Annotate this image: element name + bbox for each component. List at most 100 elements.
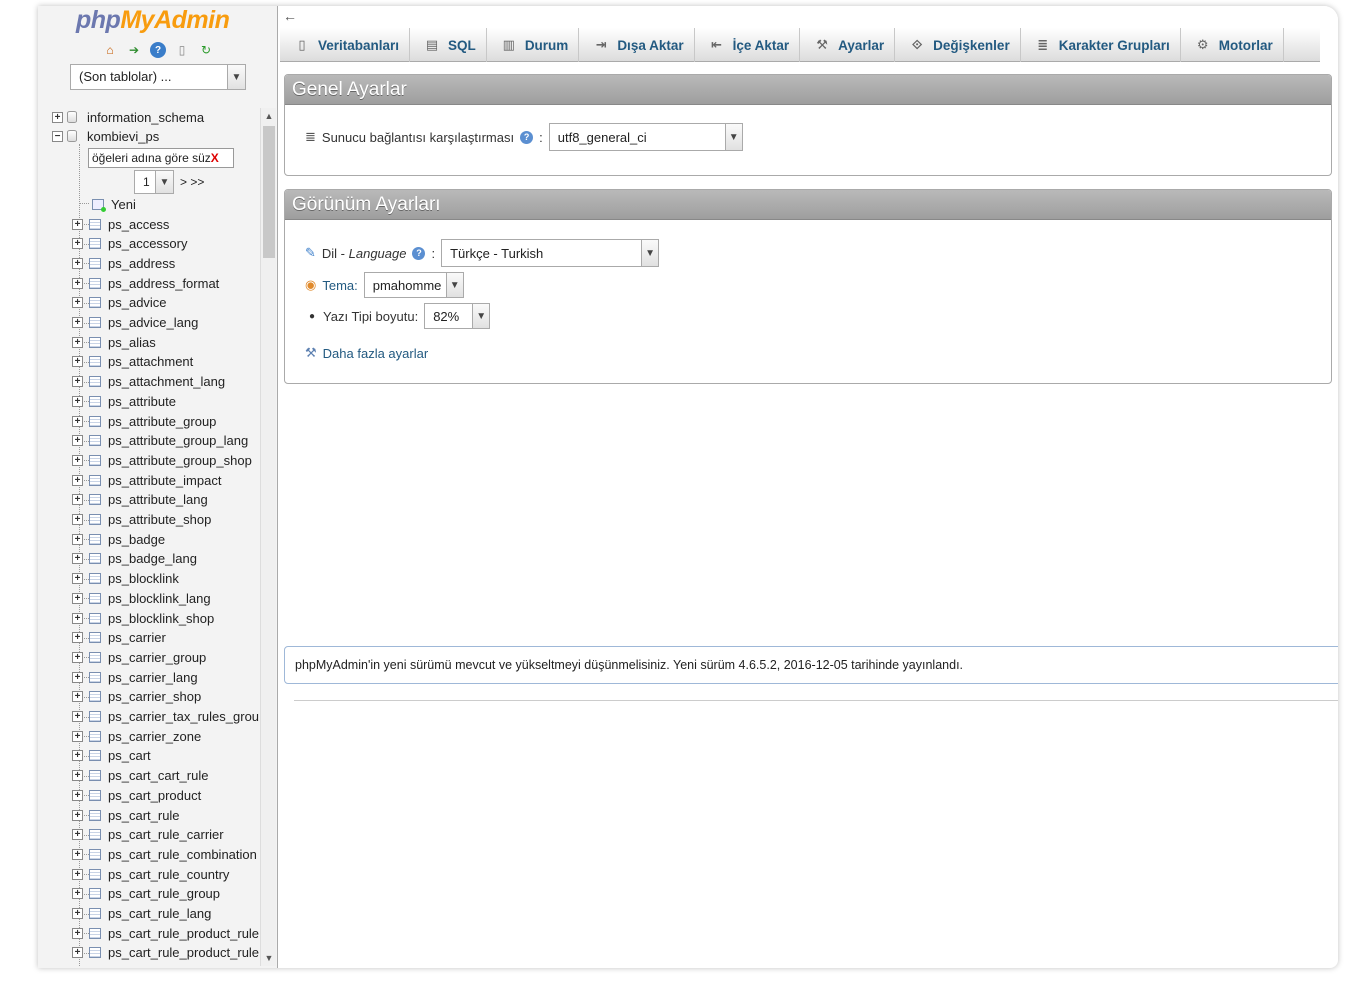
- expand-icon[interactable]: +: [72, 750, 83, 762]
- expand-icon[interactable]: +: [72, 829, 83, 841]
- table-item[interactable]: + ps_carrier_lang: [72, 668, 198, 686]
- table-name[interactable]: ps_attribute_lang: [108, 492, 208, 507]
- table-name[interactable]: ps_advice_lang: [108, 315, 198, 330]
- table-filter-input[interactable]: öğeleri adına göre süzX: [88, 148, 234, 168]
- table-name[interactable]: ps_carrier_tax_rules_grou: [108, 709, 259, 724]
- expand-icon[interactable]: +: [72, 573, 83, 585]
- table-item[interactable]: + ps_alias: [72, 333, 156, 351]
- tab-export[interactable]: ⇥ Dışa Aktar: [579, 28, 695, 62]
- expand-icon[interactable]: +: [72, 848, 83, 860]
- expand-icon[interactable]: +: [72, 927, 83, 939]
- table-item[interactable]: + ps_cart_rule_product_rule: [72, 924, 259, 942]
- tab-charset[interactable]: ≣ Karakter Grupları: [1021, 28, 1181, 62]
- table-item[interactable]: + ps_carrier_tax_rules_grou: [72, 708, 259, 726]
- table-item[interactable]: + ps_badge_lang: [72, 550, 197, 568]
- db-kombievi-ps[interactable]: − kombievi_ps: [52, 127, 159, 145]
- table-name[interactable]: ps_carrier_group: [108, 650, 206, 665]
- expand-icon[interactable]: +: [72, 592, 83, 604]
- table-name[interactable]: ps_access: [108, 217, 169, 232]
- table-item[interactable]: + ps_blocklink: [72, 570, 179, 588]
- expand-icon[interactable]: +: [72, 356, 83, 368]
- table-item[interactable]: + ps_advice_lang: [72, 314, 198, 332]
- new-table-label[interactable]: Yeni: [111, 197, 136, 212]
- expand-icon[interactable]: +: [72, 494, 83, 506]
- table-item[interactable]: + ps_attribute: [72, 392, 176, 410]
- db-name[interactable]: kombievi_ps: [87, 129, 159, 144]
- table-item[interactable]: + ps_badge: [72, 530, 165, 548]
- table-name[interactable]: ps_carrier_zone: [108, 729, 201, 744]
- expand-icon[interactable]: +: [72, 888, 83, 900]
- scroll-down-icon[interactable]: ▼: [261, 950, 277, 966]
- expand-icon[interactable]: +: [72, 257, 83, 269]
- more-settings-link[interactable]: Daha fazla ayarlar: [323, 346, 429, 361]
- table-name[interactable]: ps_cart_rule_lang: [108, 906, 211, 921]
- tab-engine[interactable]: ⚙ Motorlar: [1181, 28, 1284, 62]
- clear-filter-icon[interactable]: X: [211, 151, 219, 165]
- collation-select[interactable]: utf8_general_ci ▼: [548, 123, 743, 151]
- table-name[interactable]: ps_cart_rule_combination: [108, 847, 257, 862]
- tab-sql[interactable]: ▤ SQL: [410, 28, 487, 62]
- expand-icon[interactable]: +: [72, 908, 83, 919]
- table-item[interactable]: + ps_blocklink_lang: [72, 589, 211, 607]
- expand-icon[interactable]: +: [52, 111, 63, 123]
- table-item[interactable]: + ps_access: [72, 215, 169, 233]
- expand-icon[interactable]: +: [72, 868, 83, 880]
- table-name[interactable]: ps_advice: [108, 295, 167, 310]
- table-item[interactable]: + ps_advice: [72, 294, 167, 312]
- table-name[interactable]: ps_blocklink: [108, 571, 179, 586]
- table-item[interactable]: + ps_attribute_lang: [72, 491, 208, 509]
- page-select[interactable]: 1 ▼: [134, 170, 174, 194]
- table-name[interactable]: ps_carrier_lang: [108, 670, 198, 685]
- table-name[interactable]: ps_blocklink_lang: [108, 591, 211, 606]
- table-name[interactable]: ps_attribute_group_lang: [108, 433, 248, 448]
- documentation-icon[interactable]: ▯: [174, 42, 190, 58]
- help-icon[interactable]: ?: [520, 130, 534, 144]
- table-item[interactable]: + ps_cart_rule_product_rule: [72, 944, 259, 962]
- language-select[interactable]: Türkçe - Turkish ▼: [441, 239, 660, 267]
- tab-database[interactable]: ▯ Veritabanları: [280, 28, 411, 62]
- table-name[interactable]: ps_address_format: [108, 276, 219, 291]
- table-item[interactable]: + ps_cart_cart_rule: [72, 767, 208, 785]
- table-name[interactable]: ps_attribute: [108, 394, 176, 409]
- font-size-select[interactable]: 82% ▼: [424, 303, 491, 329]
- expand-icon[interactable]: +: [72, 533, 83, 545]
- table-item[interactable]: + ps_attachment: [72, 353, 193, 371]
- table-item[interactable]: + ps_carrier_shop: [72, 688, 201, 706]
- table-item[interactable]: + ps_cart_product: [72, 786, 201, 804]
- expand-icon[interactable]: +: [72, 238, 83, 250]
- table-item[interactable]: + ps_cart_rule_carrier: [72, 826, 224, 844]
- tab-variables[interactable]: ⟐ Değişkenler: [895, 28, 1021, 62]
- table-item[interactable]: + ps_attribute_shop: [72, 511, 211, 529]
- tab-import[interactable]: ⇤ İçe Aktar: [695, 28, 801, 62]
- table-name[interactable]: ps_alias: [108, 335, 156, 350]
- table-item[interactable]: + ps_cart_rule_country: [72, 865, 229, 883]
- table-item[interactable]: + ps_cart: [72, 747, 151, 765]
- table-name[interactable]: ps_cart_rule: [108, 808, 180, 823]
- expand-icon[interactable]: +: [72, 454, 83, 466]
- help-icon[interactable]: ?: [150, 42, 166, 58]
- expand-icon[interactable]: +: [72, 553, 83, 565]
- table-name[interactable]: ps_carrier: [108, 630, 166, 645]
- db-information-schema[interactable]: + information_schema: [52, 108, 204, 126]
- table-name[interactable]: ps_attribute_impact: [108, 473, 221, 488]
- table-item[interactable]: + ps_cart_rule: [72, 806, 180, 824]
- scroll-thumb[interactable]: [263, 126, 275, 258]
- expand-icon[interactable]: +: [72, 770, 83, 782]
- home-icon[interactable]: ⌂: [102, 42, 118, 58]
- table-name[interactable]: ps_cart_product: [108, 788, 201, 803]
- table-name[interactable]: ps_cart_rule_group: [108, 886, 220, 901]
- expand-icon[interactable]: +: [72, 395, 83, 407]
- table-name[interactable]: ps_attachment: [108, 354, 193, 369]
- table-item[interactable]: + ps_carrier: [72, 629, 166, 647]
- expand-icon[interactable]: +: [72, 789, 83, 801]
- table-item[interactable]: + ps_cart_rule_lang: [72, 905, 211, 923]
- phpmyadmin-logo[interactable]: phpMyAdmin: [76, 6, 230, 35]
- logout-icon[interactable]: ➔: [126, 42, 142, 58]
- nav-scrollbar[interactable]: ▲ ▼: [260, 108, 276, 966]
- expand-icon[interactable]: +: [72, 671, 83, 683]
- table-name[interactable]: ps_blocklink_shop: [108, 611, 214, 626]
- expand-icon[interactable]: +: [72, 336, 83, 348]
- table-item[interactable]: + ps_attribute_impact: [72, 471, 221, 489]
- expand-icon[interactable]: +: [72, 415, 83, 427]
- table-item[interactable]: + ps_address_format: [72, 274, 219, 292]
